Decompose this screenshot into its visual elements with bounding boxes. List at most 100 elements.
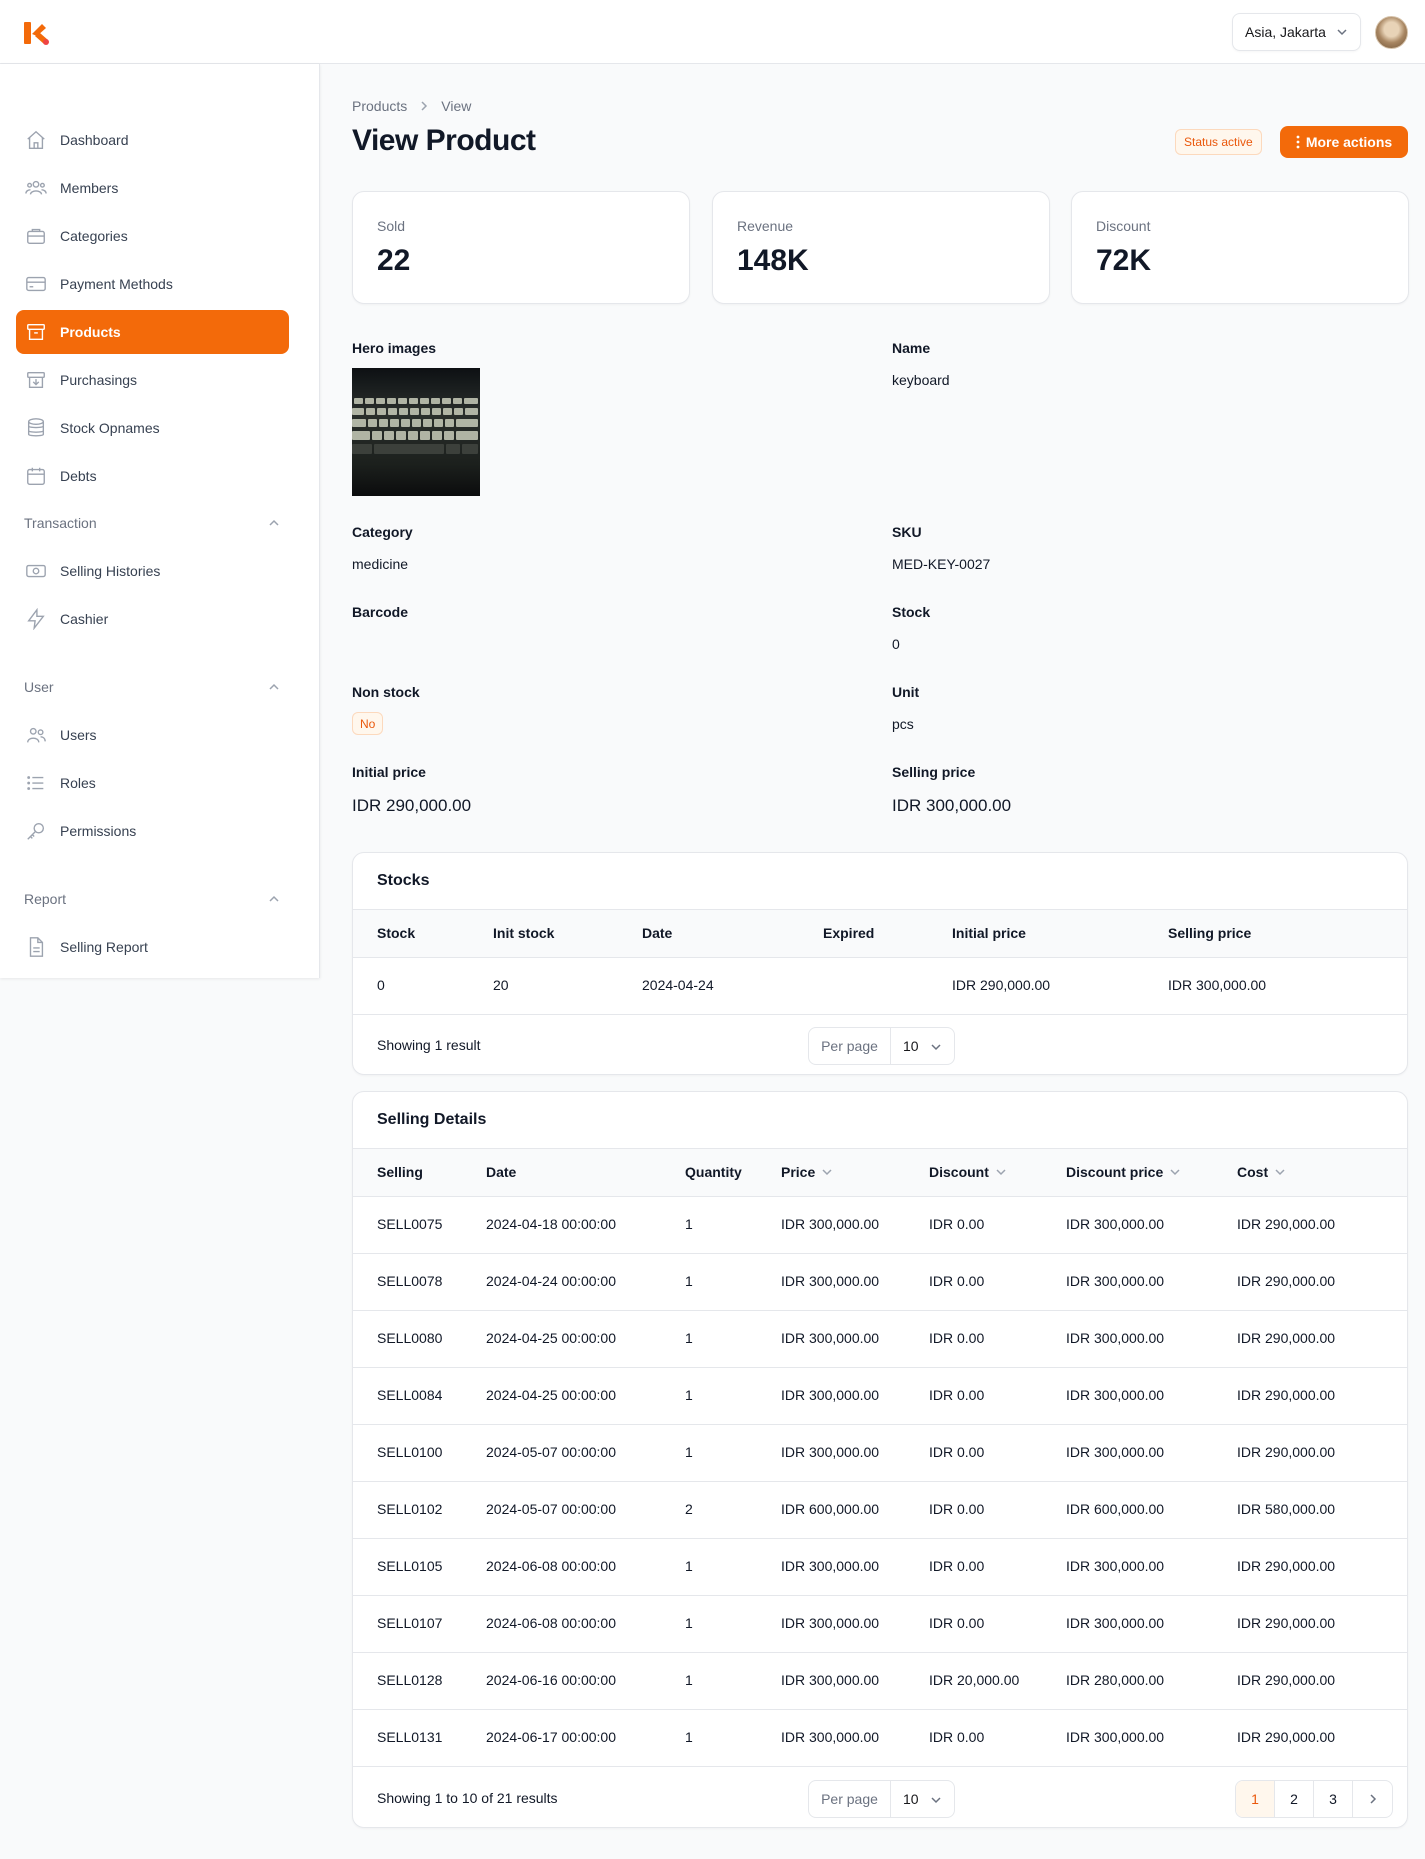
table-row[interactable]: SELL0105 2024-06-08 00:00:00 1 IDR 300,000.… xyxy=(353,1539,1407,1596)
table-row[interactable]: SELL0080 2024-04-25 00:00:00 1 IDR 300,000.… xyxy=(353,1311,1407,1368)
table-row[interactable]: SELL0131 2024-06-17 00:00:00 1 IDR 300,000.… xyxy=(353,1710,1407,1767)
document-icon xyxy=(24,935,48,959)
app-logo[interactable] xyxy=(22,20,50,46)
table-cell: 1 xyxy=(685,1273,693,1289)
page-button-3[interactable]: 3 xyxy=(1314,1781,1353,1817)
next-page-button[interactable] xyxy=(1353,1781,1392,1817)
top-bar: Asia, Jakarta xyxy=(0,0,1425,64)
table-cell: IDR 0.00 xyxy=(929,1216,985,1232)
table-cell: SELL0131 xyxy=(377,1729,443,1745)
sidebar-item-payment-methods[interactable]: Payment Methods xyxy=(16,262,289,306)
table-row[interactable]: SELL0107 2024-06-08 00:00:00 1 IDR 300,000.… xyxy=(353,1596,1407,1653)
timezone-select[interactable]: Asia, Jakarta xyxy=(1232,13,1361,51)
table-cell: 1 xyxy=(685,1444,693,1460)
sidebar-item-purchasings[interactable]: Purchasings xyxy=(16,358,289,402)
archive-down-icon xyxy=(24,368,48,392)
sidebar-item-roles[interactable]: Roles xyxy=(16,761,289,805)
dots-vertical-icon xyxy=(1296,135,1300,149)
per-page-select[interactable]: Per page 10 xyxy=(808,1027,955,1065)
table-cell: 2024-06-08 00:00:00 xyxy=(486,1558,616,1574)
sidebar-item-categories[interactable]: Categories xyxy=(16,214,289,258)
briefcase-icon xyxy=(24,224,48,248)
sidebar-item-users[interactable]: Users xyxy=(16,713,289,757)
table-cell: IDR 300,000.00 xyxy=(1066,1615,1165,1631)
user-avatar[interactable] xyxy=(1375,16,1408,49)
page-button-1[interactable]: 1 xyxy=(1236,1781,1275,1817)
results-summary: Showing 1 result xyxy=(377,1037,481,1053)
key-icon xyxy=(24,819,48,843)
breadcrumb-current: View xyxy=(441,98,472,114)
list-icon xyxy=(24,771,48,795)
table-cell: IDR 300,000.00 xyxy=(1066,1387,1165,1403)
table-cell: IDR 300,000.00 xyxy=(1066,1216,1165,1232)
table-cell: IDR 300,000.00 xyxy=(781,1273,880,1289)
table-cell: IDR 280,000.00 xyxy=(1066,1672,1165,1688)
table-cell: 2024-04-18 00:00:00 xyxy=(486,1216,616,1232)
sortable-column-discount-price[interactable]: Discount price xyxy=(1066,1164,1181,1180)
table-cell: 1 xyxy=(685,1387,693,1403)
table-cell: SELL0105 xyxy=(377,1558,443,1574)
table-row[interactable]: SELL0100 2024-05-07 00:00:00 1 IDR 300,000.… xyxy=(353,1425,1407,1482)
non-stock-badge: No xyxy=(352,712,384,735)
stat-label: Sold xyxy=(377,218,406,234)
table-cell: IDR 0.00 xyxy=(929,1501,985,1517)
table-row[interactable]: SELL0075 2024-04-18 00:00:00 1 IDR 300,000.… xyxy=(353,1197,1407,1254)
selling-table-header: Selling Date Quantity Price Discount Dis… xyxy=(353,1148,1407,1197)
sortable-column-price[interactable]: Price xyxy=(781,1164,833,1180)
table-cell: IDR 300,000.00 xyxy=(1066,1444,1165,1460)
table-row[interactable]: SELL0102 2024-05-07 00:00:00 2 IDR 600,000.… xyxy=(353,1482,1407,1539)
sidebar-item-products[interactable]: Products xyxy=(16,310,289,354)
table-cell: 0 xyxy=(377,977,385,993)
column-header: Date xyxy=(486,1164,517,1180)
sidebar-item-selling-report[interactable]: Selling Report xyxy=(16,925,289,969)
table-cell: IDR 300,000.00 xyxy=(781,1729,880,1745)
table-cell: IDR 290,000.00 xyxy=(1237,1387,1336,1403)
more-actions-button[interactable]: More actions xyxy=(1280,126,1408,158)
table-row[interactable]: SELL0128 2024-06-16 00:00:00 1 IDR 300,000.… xyxy=(353,1653,1407,1710)
sidebar-item-members[interactable]: Members xyxy=(16,166,289,210)
table-cell: IDR 300,000.00 xyxy=(1066,1273,1165,1289)
table-cell: IDR 20,000.00 xyxy=(929,1672,1020,1688)
sortable-column-discount[interactable]: Discount xyxy=(929,1164,1007,1180)
table-row[interactable]: 0 20 2024-04-24 IDR 290,000.00 IDR 300,0… xyxy=(353,958,1407,1015)
table-cell: 2024-04-24 00:00:00 xyxy=(486,1273,616,1289)
nav-group-transaction[interactable]: Transaction xyxy=(24,515,280,531)
hero-image[interactable] xyxy=(352,368,480,496)
category-value: medicine xyxy=(352,556,409,572)
initial-price-value: IDR 290,000.00 xyxy=(352,796,472,815)
per-page-select[interactable]: Per page 10 xyxy=(808,1780,955,1818)
sidebar-item-stock-opnames[interactable]: Stock Opnames xyxy=(16,406,289,450)
table-cell: 1 xyxy=(685,1729,693,1745)
sidebar-item-cashier[interactable]: Cashier xyxy=(16,597,289,641)
sortable-column-cost[interactable]: Cost xyxy=(1237,1164,1286,1180)
sidebar-item-label: Purchasings xyxy=(60,372,138,388)
nav-group-report[interactable]: Report xyxy=(24,891,280,907)
sidebar-item-permissions[interactable]: Permissions xyxy=(16,809,289,853)
table-cell: IDR 300,000.00 xyxy=(1066,1330,1165,1346)
chevron-down-icon xyxy=(822,1169,832,1176)
table-cell: IDR 0.00 xyxy=(929,1387,985,1403)
breadcrumb-products-link[interactable]: Products xyxy=(352,98,407,114)
keyboard-photo xyxy=(352,368,480,496)
table-cell: 1 xyxy=(685,1672,693,1688)
column-header: Initial price xyxy=(952,925,1026,941)
table-row[interactable]: SELL0078 2024-04-24 00:00:00 1 IDR 300,000.… xyxy=(353,1254,1407,1311)
sidebar-item-label: Roles xyxy=(60,775,96,791)
sidebar-item-dashboard[interactable]: Dashboard xyxy=(16,118,289,162)
stocks-title: Stocks xyxy=(377,872,430,889)
table-cell: 1 xyxy=(685,1615,693,1631)
table-cell: SELL0102 xyxy=(377,1501,443,1517)
column-header: Selling xyxy=(377,1164,423,1180)
table-cell: SELL0107 xyxy=(377,1615,443,1631)
nav-group-user[interactable]: User xyxy=(24,679,280,695)
database-icon xyxy=(24,416,48,440)
page-button-2[interactable]: 2 xyxy=(1275,1781,1314,1817)
sidebar-item-selling-histories[interactable]: Selling Histories xyxy=(16,549,289,593)
table-cell: IDR 290,000.00 xyxy=(1237,1615,1336,1631)
barcode-label: Barcode xyxy=(352,604,409,620)
sidebar-item-debts[interactable]: Debts xyxy=(16,454,289,498)
status-badge: Status active xyxy=(1175,129,1262,155)
table-cell: SELL0075 xyxy=(377,1216,443,1232)
sidebar-item-label: Selling Report xyxy=(60,939,148,955)
table-row[interactable]: SELL0084 2024-04-25 00:00:00 1 IDR 300,000.… xyxy=(353,1368,1407,1425)
